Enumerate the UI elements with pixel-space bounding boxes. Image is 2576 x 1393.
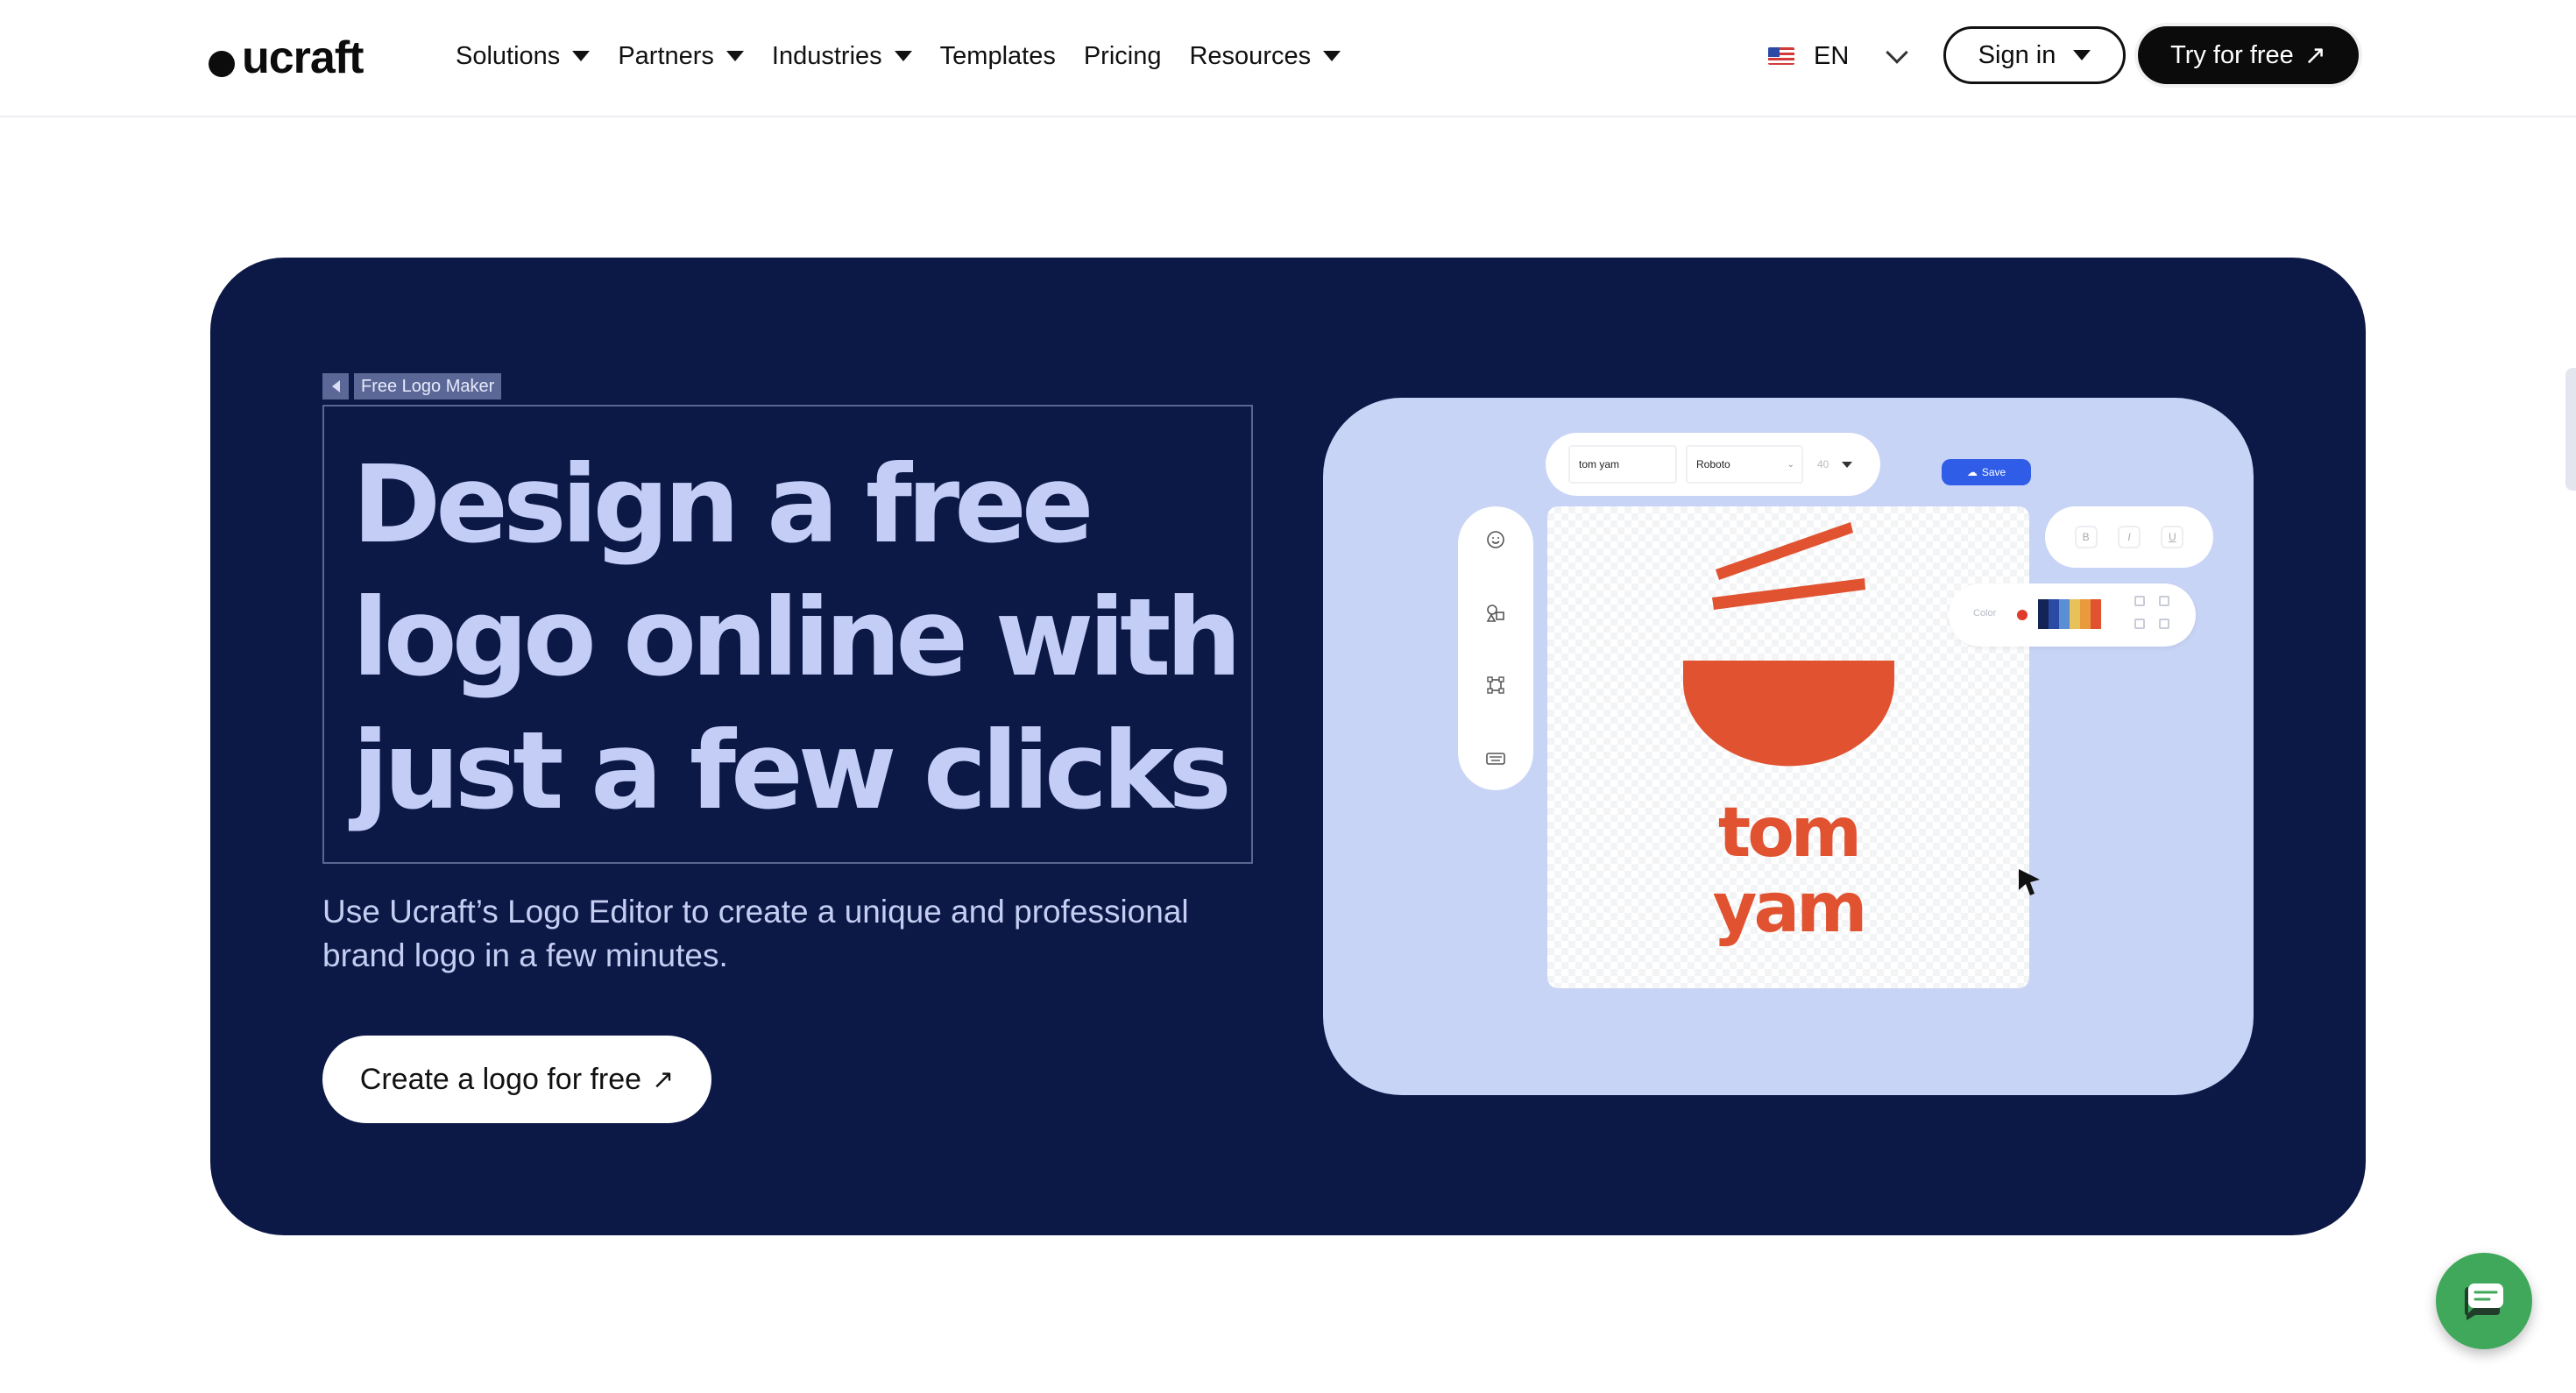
- menu-item-resources[interactable]: Resources: [1189, 42, 1341, 71]
- editor-text-toolbar: tom yam Roboto ⌄ 40: [1546, 433, 1880, 496]
- menu-item-label: Industries: [771, 41, 882, 70]
- caret-down-icon: [1323, 51, 1341, 61]
- palette-swatch: [2059, 599, 2070, 629]
- cloud-upload-icon: ☁: [1966, 466, 1978, 478]
- brand-logo[interactable]: ucraft: [209, 32, 364, 83]
- menu-item-pricing[interactable]: Pricing: [1084, 42, 1162, 71]
- arrow-up-right-icon: ↗: [2304, 40, 2326, 70]
- menu-item-solutions[interactable]: Solutions: [456, 41, 591, 71]
- color-label: Color: [1973, 608, 1997, 619]
- caret-down-icon: [894, 51, 912, 61]
- language-label: EN: [1814, 41, 1850, 70]
- logo-canvas: tom yam: [1547, 506, 2029, 988]
- caret-down-icon: [2073, 50, 2091, 60]
- badge-label: Free Logo Maker: [354, 373, 502, 400]
- editor-tool-rail: [1458, 506, 1533, 790]
- sign-in-label: Sign in: [1978, 40, 2056, 69]
- menu-item-label: Solutions: [456, 41, 561, 70]
- language-selector[interactable]: EN: [1768, 40, 1909, 72]
- main-menu: Solutions Partners Industries Templates …: [456, 39, 1341, 74]
- sign-in-button[interactable]: Sign in: [1943, 26, 2126, 84]
- color-palette: [2038, 599, 2101, 629]
- save-button: ☁ Save: [1942, 459, 2031, 485]
- color-picker-bar: Color: [1949, 583, 2196, 647]
- chevron-down-icon: ⌄: [1787, 459, 1794, 470]
- caret-down-icon: [1842, 461, 1852, 468]
- palette-swatch: [2070, 599, 2080, 629]
- keyboard-icon: [1485, 748, 1506, 769]
- try-for-free-button[interactable]: Try for free ↗: [2138, 26, 2359, 84]
- chevron-down-icon: [1886, 41, 1909, 64]
- palette-swatch: [2049, 599, 2059, 629]
- us-flag-icon: [1768, 47, 1794, 65]
- palette-swatch: [2091, 599, 2101, 629]
- menu-item-label: Resources: [1189, 41, 1312, 70]
- menu-item-industries[interactable]: Industries: [772, 42, 912, 71]
- frame-icon: [1485, 675, 1506, 696]
- brand-logo-dot: [209, 51, 235, 77]
- chopstick-bottom: [1712, 578, 1865, 610]
- save-label: Save: [1981, 466, 2006, 478]
- selected-color-dot: [2017, 610, 2028, 620]
- bold-button: B: [2074, 526, 2098, 548]
- palette-swatch: [2038, 599, 2049, 629]
- menu-item-templates[interactable]: Templates: [940, 42, 1056, 71]
- badge-arrow-icon: [322, 373, 349, 400]
- logo-editor-illustration: tom yam Roboto ⌄ 40 ☁ Save tom yam B I U…: [1323, 398, 2254, 1095]
- try-for-free-label: Try for free: [2170, 40, 2294, 69]
- hero-title-frame: Design a free logo online with just a fe…: [322, 405, 1253, 864]
- font-size-field: 40: [1817, 458, 1829, 470]
- chopstick-top: [1716, 522, 1853, 580]
- caret-down-icon: [572, 51, 591, 61]
- top-navigation: ucraft Solutions Partners Industries Tem…: [0, 0, 2576, 117]
- palette-swatch: [2080, 599, 2091, 629]
- side-edge-tab[interactable]: [2565, 368, 2576, 491]
- font-select: Roboto ⌄: [1686, 445, 1803, 484]
- menu-item-label: Templates: [939, 41, 1056, 70]
- logo-word-line-2: yam: [1712, 869, 1868, 948]
- logo-wordmark: tom yam: [1547, 795, 2029, 946]
- underline-button: U: [2161, 526, 2184, 548]
- free-logo-maker-badge: Free Logo Maker: [322, 373, 502, 400]
- italic-button: I: [2117, 526, 2141, 548]
- menu-item-partners[interactable]: Partners: [618, 42, 744, 71]
- hero-subtitle: Use Ucraft’s Logo Editor to create a uni…: [322, 894, 1189, 973]
- arrow-up-right-icon: ↗: [652, 1064, 675, 1094]
- text-format-bar: B I U: [2045, 506, 2213, 568]
- shapes-icon: [1485, 603, 1506, 624]
- create-logo-button[interactable]: Create a logo for free ↗: [322, 1036, 711, 1123]
- hero-title: Design a free logo online with just a fe…: [352, 442, 1242, 833]
- page: ucraft Solutions Partners Industries Tem…: [0, 0, 2576, 1393]
- chat-button[interactable]: [2436, 1253, 2532, 1349]
- menu-item-label: Pricing: [1083, 41, 1162, 70]
- logo-word-line-1: tom: [1717, 794, 1862, 873]
- menu-item-label: Partners: [618, 41, 714, 70]
- font-select-value: Roboto: [1696, 458, 1730, 470]
- brand-logo-text: ucraft: [242, 32, 364, 83]
- bowl-shape: [1683, 661, 1894, 767]
- logo-name-field: tom yam: [1568, 445, 1677, 484]
- create-logo-label: Create a logo for free: [359, 1062, 642, 1096]
- mouse-cursor-icon: [2019, 869, 2040, 895]
- layer-tools-icon: [2133, 594, 2176, 638]
- chat-bubble-icon: [2465, 1283, 2503, 1320]
- smiley-icon: [1485, 529, 1506, 550]
- caret-down-icon: [725, 51, 744, 61]
